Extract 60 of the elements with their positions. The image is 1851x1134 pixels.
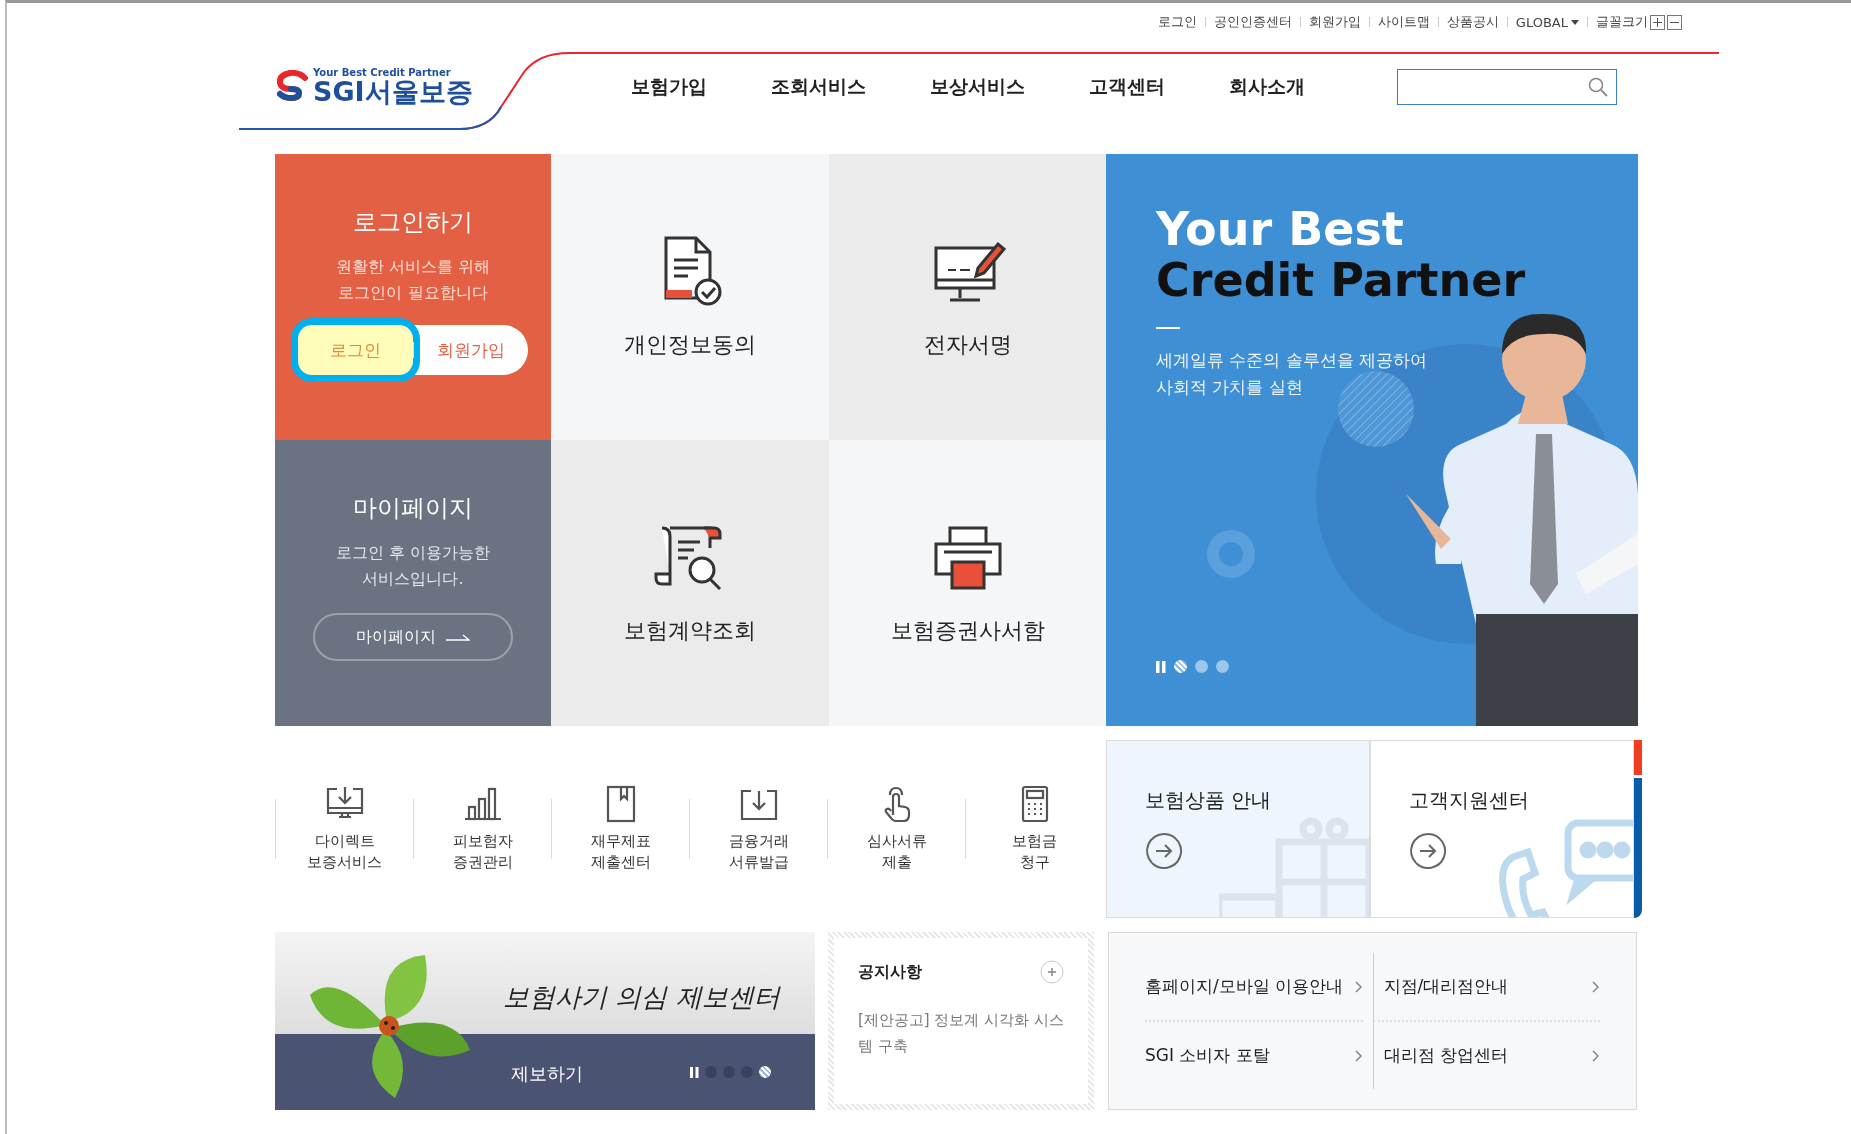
hero-headline: Your Best — [1156, 204, 1405, 255]
link-item[interactable]: 홈페이지/모바일 이용안내 — [1145, 953, 1363, 1022]
hero-subtitle: 세계일류 수준의 솔루션을 제공하여 사회적 가치를 실현 — [1156, 349, 1429, 400]
quick-menu-item[interactable]: 보험금 청구 — [966, 785, 1103, 873]
font-size-label: 글꼴크기 — [1596, 13, 1648, 31]
quick-menu-item[interactable]: 다이렉트 보증서비스 — [276, 785, 413, 873]
link-item[interactable]: 대리점 창업센터 — [1372, 1022, 1600, 1089]
gift-icon — [1219, 817, 1369, 917]
utility-link[interactable]: 로그인 — [1157, 13, 1197, 31]
utility-link[interactable]: 사이트맵 — [1377, 13, 1430, 31]
nav-item[interactable]: 보상서비스 — [930, 73, 1025, 100]
logo-name[interactable]: SGI서울보증 — [313, 78, 473, 107]
quick-menu-item[interactable]: 금융거래 서류발급 — [690, 785, 827, 873]
quick-menu-item[interactable]: 피보험자 증권관리 — [414, 785, 551, 873]
utility-link[interactable]: 공인인증센터 — [1213, 13, 1292, 31]
bar-chart-icon — [462, 785, 503, 823]
pause-icon[interactable] — [1156, 660, 1166, 673]
logo-tagline: Your Best Credit Partner — [313, 67, 452, 78]
mypage-title: 마이페이지 — [353, 493, 473, 524]
pause-icon[interactable] — [690, 1066, 699, 1078]
chevron-right-icon — [1354, 1049, 1363, 1062]
report-title: 보험사기 의심 제보센터 — [503, 981, 780, 1014]
chevron-right-icon — [1592, 980, 1600, 993]
logo-icon[interactable] — [275, 69, 309, 104]
search-icon[interactable] — [1588, 76, 1608, 97]
info-card[interactable]: 보험상품 안내 — [1106, 740, 1370, 918]
service-tile[interactable]: 개인정보동의 — [551, 154, 829, 440]
login-title: 로그인하기 — [353, 207, 473, 238]
notice-title: 공지사항 — [858, 961, 922, 983]
plus-icon[interactable] — [1040, 960, 1064, 984]
global-menu[interactable]: GLOBAL — [1515, 14, 1579, 30]
utility-link[interactable]: 상품공시 — [1446, 13, 1499, 31]
arrow-circle-icon — [1145, 832, 1183, 870]
notice-item[interactable]: [제안공고] 정보계 시각화 시스템 구축 — [858, 1008, 1064, 1059]
caret-icon — [1571, 19, 1579, 25]
signup-button[interactable]: 회원가입 — [413, 325, 528, 376]
utility-link[interactable]: 회원가입 — [1308, 13, 1361, 31]
nav-item[interactable]: 보험가입 — [631, 73, 707, 100]
chevron-right-icon — [1354, 980, 1363, 993]
mypage-message: 로그인 후 이용가능한 서비스입니다. — [335, 542, 491, 590]
zoom-out-icon[interactable] — [1667, 14, 1682, 30]
quick-menu-item[interactable]: 재무제표 제출센터 — [552, 785, 689, 873]
hero-headline: Credit Partner — [1156, 254, 1526, 306]
mypage-button[interactable]: 마이페이지 — [313, 613, 513, 662]
report-link[interactable]: 제보하기 — [511, 1062, 583, 1086]
zoom-in-icon[interactable] — [1650, 14, 1665, 30]
nav-item[interactable]: 고객센터 — [1089, 73, 1165, 100]
service-tile[interactable]: 전자서명 — [829, 154, 1106, 440]
search-field[interactable] — [1397, 68, 1617, 105]
link-item[interactable]: SGI 소비자 포탈 — [1145, 1022, 1363, 1089]
link-item[interactable]: 지점/대리점안내 — [1372, 953, 1600, 1022]
login-message: 원활한 서비스를 위해 로그인이 필요합니다 — [335, 256, 491, 304]
service-tile[interactable]: 보험증권사서함 — [829, 440, 1106, 726]
arrow-circle-icon — [1409, 832, 1447, 870]
info-card[interactable]: 고객지원센터 — [1370, 740, 1634, 918]
nav-item[interactable]: 회사소개 — [1229, 73, 1305, 100]
nav-item[interactable]: 조회서비스 — [771, 73, 866, 100]
chevron-right-icon — [1592, 1049, 1600, 1062]
quick-menu-item[interactable]: 심사서류 제출 — [828, 785, 965, 873]
service-tile[interactable]: 보험계약조회 — [551, 440, 829, 726]
